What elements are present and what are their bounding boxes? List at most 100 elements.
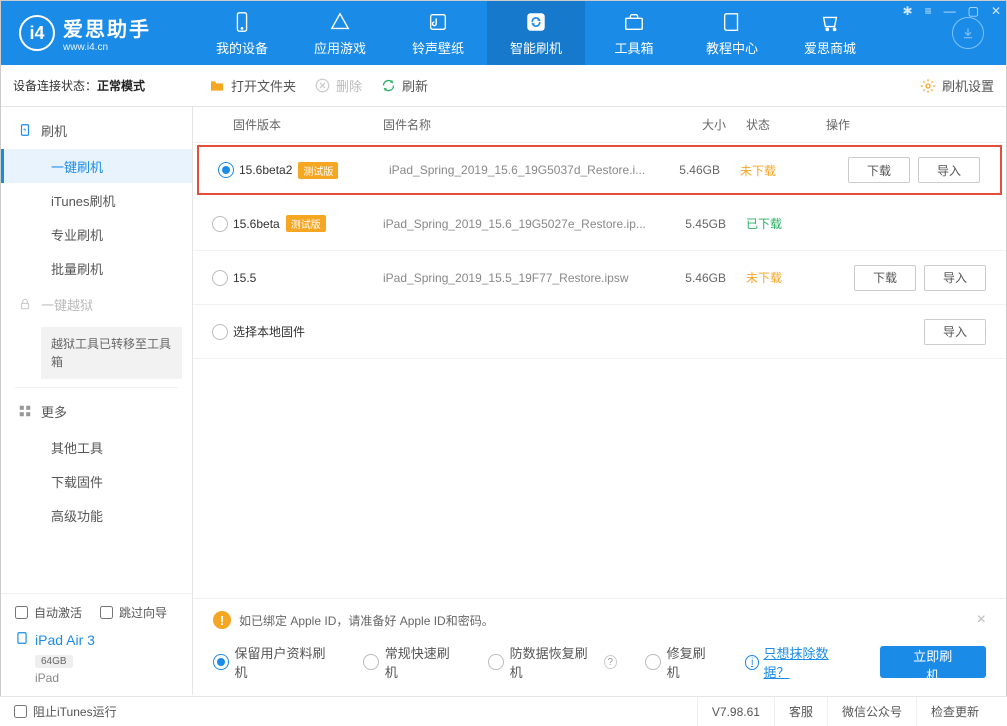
import-button[interactable]: 导入 (924, 265, 986, 291)
refresh-icon (380, 78, 396, 94)
service-button[interactable]: 客服 (774, 697, 827, 726)
nav-label: 工具箱 (614, 38, 653, 57)
nav-apps[interactable]: 应用游戏 (291, 1, 389, 65)
help-icon[interactable]: ? (604, 655, 618, 669)
sidebar-flash-head[interactable]: 刷机 (1, 111, 192, 149)
sidebar-item-oneclick[interactable]: 一键刷机 (1, 149, 192, 183)
delete-icon (314, 78, 330, 94)
lock-icon (17, 296, 33, 312)
content: 固件版本 固件名称 大小 状态 操作 15.6beta2 测试版 iPad_Spr… (193, 107, 1006, 695)
version-text: 15.6beta2 (239, 163, 292, 177)
opt-retain[interactable]: 保留用户资料刷机 (213, 643, 335, 681)
status-text: 未下载 (746, 269, 826, 286)
beta-badge: 测试版 (298, 162, 338, 179)
nav-label: 教程中心 (706, 38, 758, 57)
wechat-button[interactable]: 微信公众号 (827, 697, 916, 726)
firmware-name: iPad_Spring_2019_15.5_19F77_Restore.ipsw (383, 271, 666, 285)
warning-icon: ! (213, 611, 231, 629)
nav-label: 铃声壁纸 (412, 38, 464, 57)
nav-label: 应用游戏 (314, 38, 366, 57)
win-list-icon[interactable]: ≡ (925, 4, 932, 18)
top-nav: 我的设备 应用游戏 铃声壁纸 智能刷机 工具箱 教程中心 爱思商城 (193, 1, 930, 65)
win-menu-icon[interactable]: ✱ (903, 4, 913, 18)
download-button[interactable]: 下载 (854, 265, 916, 291)
block-itunes-checkbox[interactable]: 阻止iTunes运行 (14, 703, 117, 720)
brand-url: www.i4.cn (63, 42, 151, 53)
opt-antierase[interactable]: 防数据恢复刷机? (488, 643, 617, 681)
sidebar-item-other[interactable]: 其他工具 (1, 430, 192, 464)
folder-icon (209, 78, 225, 94)
header: ✱ ≡ — ▢ ✕ i4 爱思助手 www.i4.cn 我的设备 应用游戏 铃声… (1, 1, 1006, 65)
version-text: 15.6beta (233, 217, 280, 231)
grid-icon (17, 403, 33, 419)
ipad-icon (15, 631, 29, 648)
nav-store[interactable]: 爱思商城 (781, 1, 879, 65)
nav-label: 智能刷机 (510, 38, 562, 57)
apps-icon (328, 10, 352, 34)
row-radio[interactable] (212, 324, 228, 340)
size-text: 5.45GB (666, 217, 746, 231)
sidebar-item-pro[interactable]: 专业刷机 (1, 217, 192, 251)
import-button[interactable]: 导入 (918, 157, 980, 183)
sidebar: 刷机 一键刷机 iTunes刷机 专业刷机 批量刷机 一键越狱 越狱工具已转移至… (1, 107, 193, 695)
refresh-button[interactable]: 刷新 (380, 76, 428, 95)
main: 刷机 一键刷机 iTunes刷机 专业刷机 批量刷机 一键越狱 越狱工具已转移至… (1, 107, 1006, 695)
check-update-button[interactable]: 检查更新 (916, 697, 993, 726)
footer: 阻止iTunes运行 V7.98.61 客服 微信公众号 检查更新 (0, 696, 1007, 726)
book-icon (720, 10, 744, 34)
sidebar-item-advanced[interactable]: 高级功能 (1, 498, 192, 532)
nav-ringtones[interactable]: 铃声壁纸 (389, 1, 487, 65)
tip-close-icon[interactable]: × (977, 611, 986, 629)
download-button[interactable] (952, 17, 984, 49)
flash-settings-button[interactable]: 刷机设置 (920, 76, 994, 95)
nav-my-device[interactable]: 我的设备 (193, 1, 291, 65)
opt-repair[interactable]: 修复刷机 (645, 643, 717, 681)
nav-toolbox[interactable]: 工具箱 (585, 1, 683, 65)
bottom-panel: ! 如已绑定 Apple ID，请准备好 Apple ID和密码。 × 保留用户… (193, 598, 1006, 695)
row-radio[interactable] (218, 162, 234, 178)
min-icon[interactable]: — (944, 4, 956, 18)
row-radio[interactable] (212, 216, 228, 232)
brand-title: 爱思助手 (63, 13, 151, 42)
status-text: 未下载 (740, 162, 820, 179)
download-button[interactable]: 下载 (848, 157, 910, 183)
sidebar-item-itunes[interactable]: iTunes刷机 (1, 183, 192, 217)
row-radio[interactable] (212, 270, 228, 286)
logo-icon: i4 (19, 15, 55, 51)
local-firmware-label: 选择本地固件 (233, 323, 826, 340)
import-button[interactable]: 导入 (924, 319, 986, 345)
firmware-row[interactable]: 15.5 iPad_Spring_2019_15.5_19F77_Restore… (193, 251, 1006, 305)
open-folder-button[interactable]: 打开文件夹 (209, 76, 296, 95)
sidebar-item-batch[interactable]: 批量刷机 (1, 251, 192, 285)
sidebar-more-head[interactable]: 更多 (1, 392, 192, 430)
flash-now-button[interactable]: 立即刷机 (880, 646, 986, 678)
jailbreak-note: 越狱工具已转移至工具箱 (41, 327, 182, 379)
nav-tutorials[interactable]: 教程中心 (683, 1, 781, 65)
firmware-rows: 15.6beta2 测试版 iPad_Spring_2019_15.6_19G50… (193, 143, 1006, 598)
tip-row: ! 如已绑定 Apple ID，请准备好 Apple ID和密码。 × (213, 611, 986, 629)
status-text: 已下载 (746, 215, 826, 232)
flash-options: 保留用户资料刷机 常规快速刷机 防数据恢复刷机? 修复刷机 i只想抹除数据？ 立… (213, 643, 986, 681)
erase-link[interactable]: i只想抹除数据？ (745, 643, 852, 681)
firmware-name: iPad_Spring_2019_15.6_19G5037d_Restore.i… (389, 163, 660, 177)
close-icon[interactable]: ✕ (991, 4, 1001, 18)
local-firmware-row[interactable]: 选择本地固件 导入 (193, 305, 1006, 359)
sidebar-item-download-fw[interactable]: 下载固件 (1, 464, 192, 498)
table-header: 固件版本 固件名称 大小 状态 操作 (193, 107, 1006, 143)
version-label: V7.98.61 (697, 697, 774, 726)
toolbar: 设备连接状态：正常模式 打开文件夹 删除 刷新 刷机设置 (1, 65, 1006, 107)
firmware-row[interactable]: 15.6beta2 测试版 iPad_Spring_2019_15.6_19G50… (197, 145, 1002, 195)
auto-activate-checkbox[interactable]: 自动激活 (15, 604, 82, 621)
device-icon (230, 10, 254, 34)
firmware-row[interactable]: 15.6beta测试版 iPad_Spring_2019_15.6_19G502… (193, 197, 1006, 251)
skip-guide-checkbox[interactable]: 跳过向导 (100, 604, 167, 621)
opt-regular[interactable]: 常规快速刷机 (363, 643, 460, 681)
version-text: 15.5 (233, 271, 256, 285)
nav-flash[interactable]: 智能刷机 (487, 1, 585, 65)
flash-icon (17, 122, 33, 138)
refresh-icon (524, 10, 548, 34)
delete-button[interactable]: 删除 (314, 76, 362, 95)
window-controls: ✱ ≡ — ▢ ✕ (903, 4, 1001, 18)
size-text: 5.46GB (660, 163, 740, 177)
max-icon[interactable]: ▢ (968, 4, 979, 18)
